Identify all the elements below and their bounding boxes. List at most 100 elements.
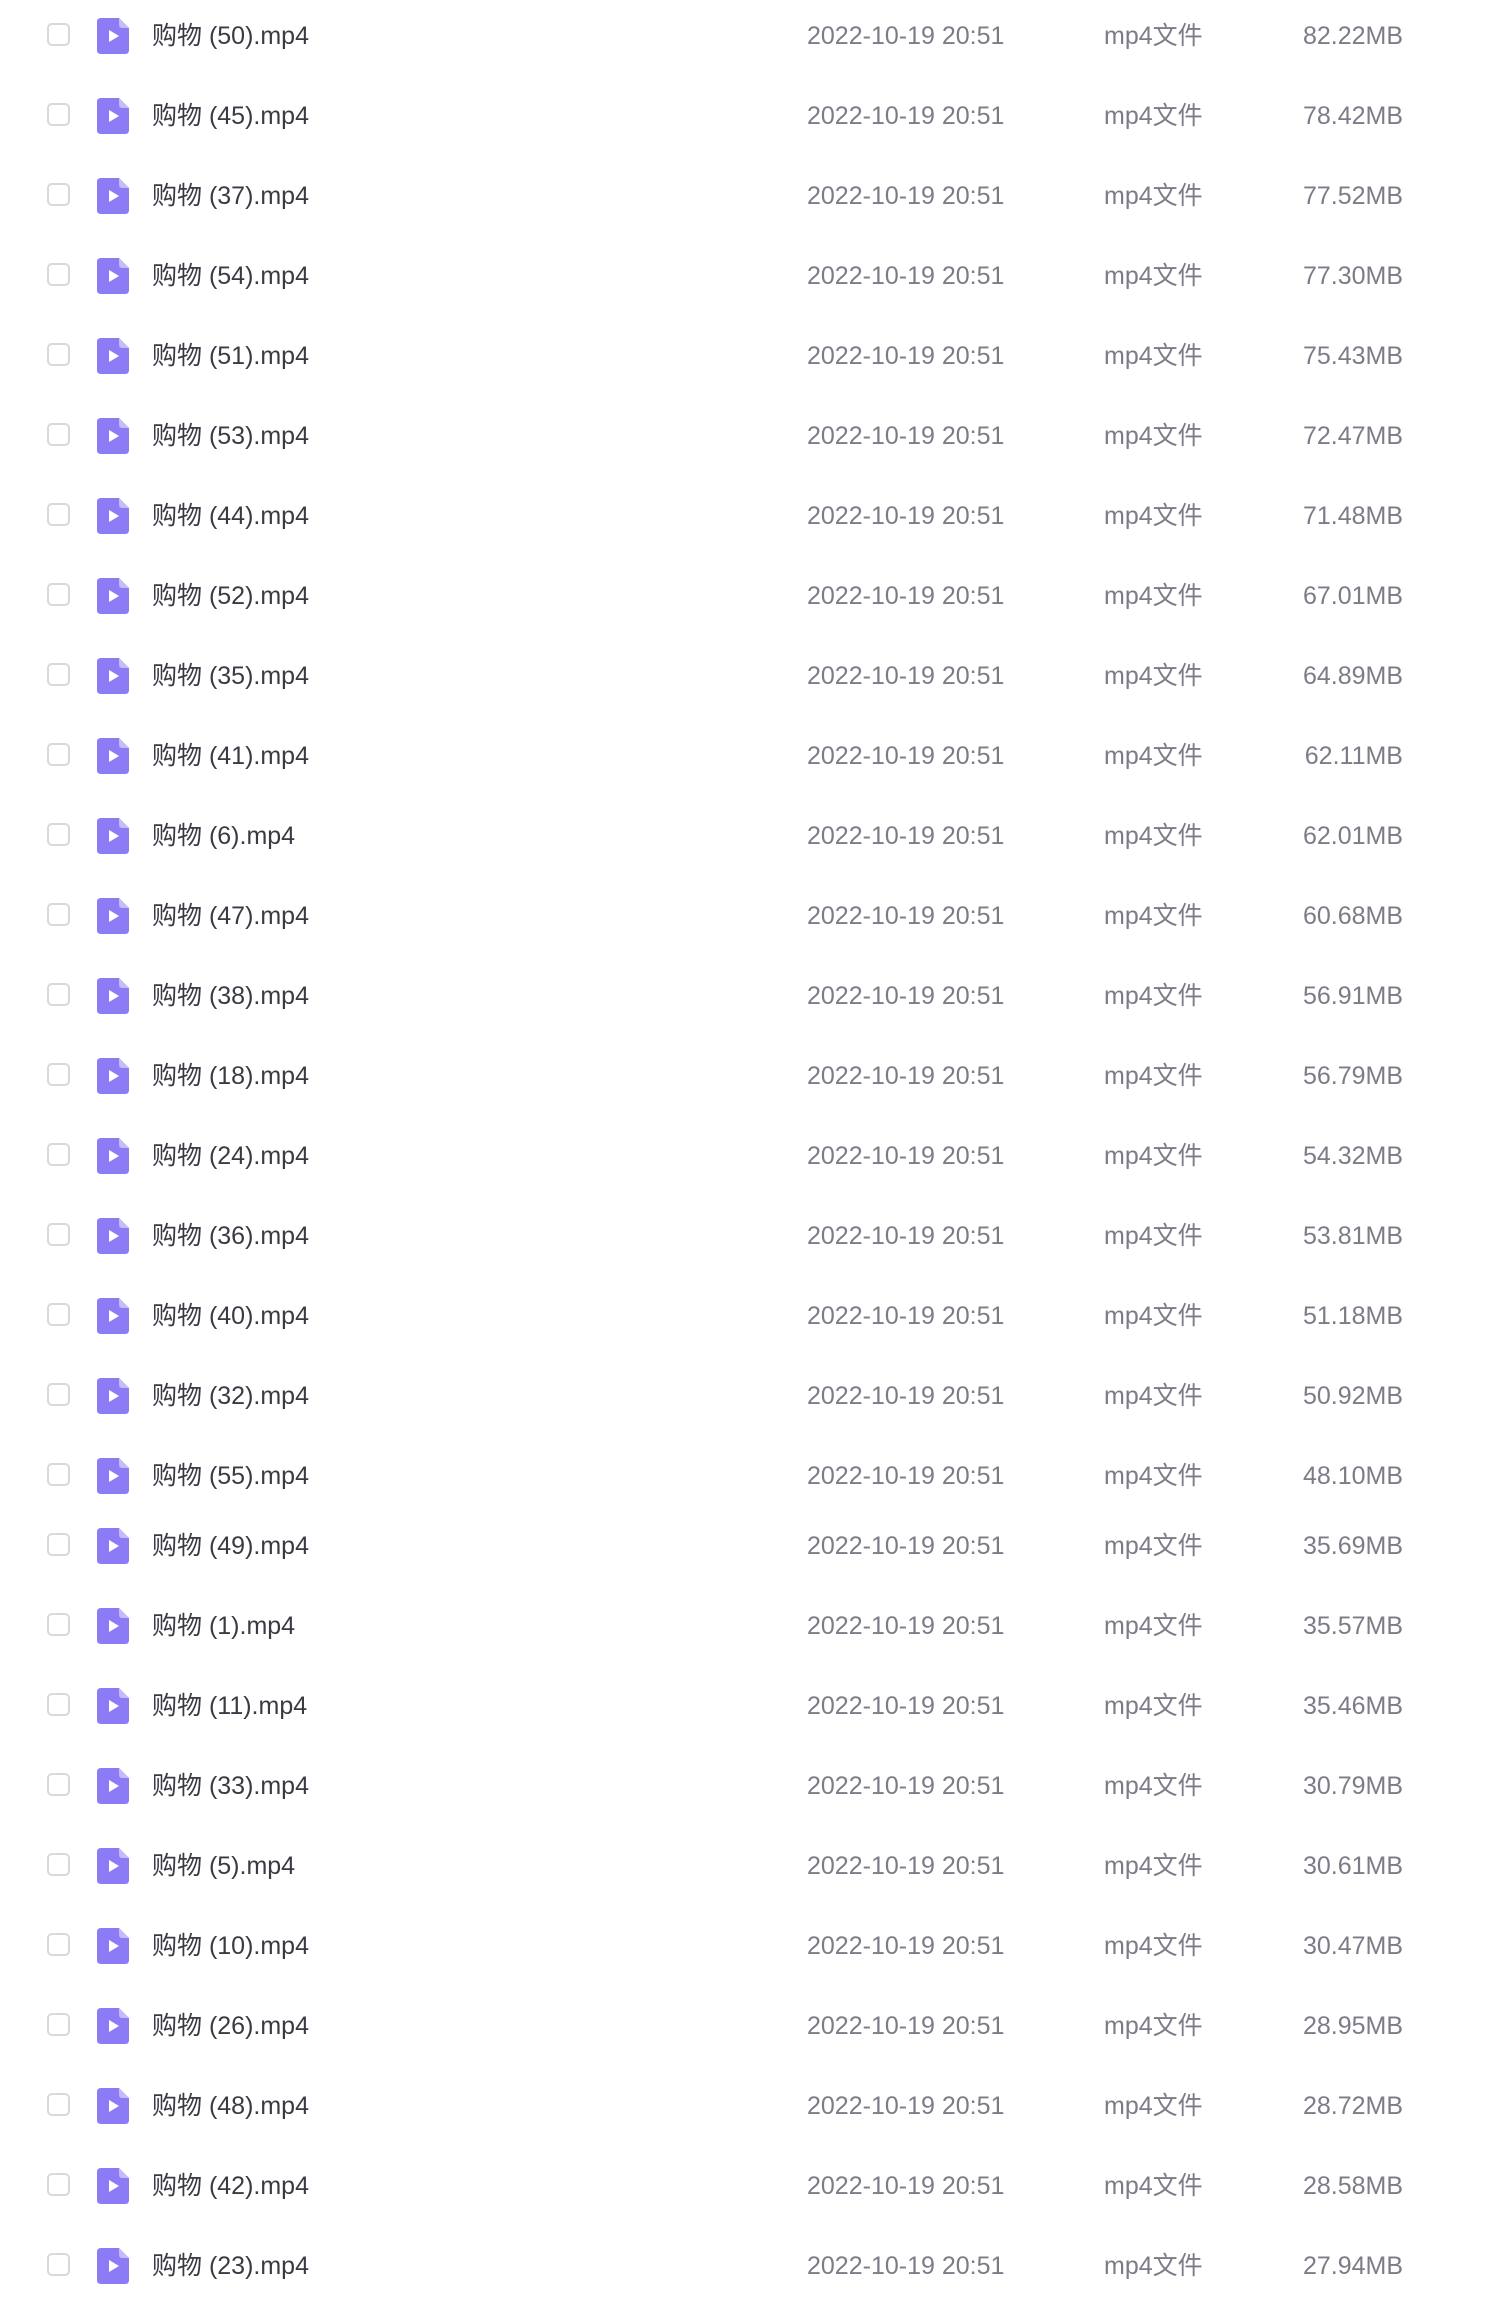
file-name[interactable]: 购物 (6).mp4 — [152, 820, 295, 852]
file-row[interactable]: 购物 (37).mp4 2022-10-19 20:51 mp4文件 77.52MB — [0, 160, 1500, 232]
row-checkbox[interactable] — [47, 743, 70, 766]
video-file-icon — [97, 1928, 129, 1964]
file-row[interactable]: 购物 (40).mp4 2022-10-19 20:51 mp4文件 51.18MB — [0, 1280, 1500, 1352]
file-row[interactable]: 购物 (5).mp4 2022-10-19 20:51 mp4文件 30.61MB — [0, 1830, 1500, 1902]
row-checkbox[interactable] — [47, 1383, 70, 1406]
file-name[interactable]: 购物 (1).mp4 — [152, 1610, 295, 1642]
row-checkbox[interactable] — [47, 183, 70, 206]
row-checkbox[interactable] — [47, 1063, 70, 1086]
file-row[interactable]: 购物 (38).mp4 2022-10-19 20:51 mp4文件 56.91MB — [0, 960, 1500, 1032]
row-checkbox[interactable] — [47, 2253, 70, 2276]
file-size: 64.89MB — [1302, 662, 1403, 690]
file-type: mp4文件 — [1104, 2252, 1203, 2280]
file-name[interactable]: 购物 (51).mp4 — [152, 340, 309, 372]
file-name[interactable]: 购物 (36).mp4 — [152, 1220, 309, 1252]
file-name[interactable]: 购物 (33).mp4 — [152, 1770, 309, 1802]
row-checkbox[interactable] — [47, 23, 70, 46]
file-row[interactable]: 购物 (51).mp4 2022-10-19 20:51 mp4文件 75.43MB — [0, 320, 1500, 392]
file-row[interactable]: 购物 (42).mp4 2022-10-19 20:51 mp4文件 28.58MB — [0, 2150, 1500, 2222]
file-name[interactable]: 购物 (50).mp4 — [152, 20, 309, 52]
file-row[interactable]: 购物 (49).mp4 2022-10-19 20:51 mp4文件 35.69MB — [0, 1510, 1500, 1582]
file-name[interactable]: 购物 (32).mp4 — [152, 1380, 309, 1412]
file-name[interactable]: 购物 (41).mp4 — [152, 740, 309, 772]
file-row[interactable]: 购物 (26).mp4 2022-10-19 20:51 mp4文件 28.95MB — [0, 1990, 1500, 2062]
file-row[interactable]: 购物 (24).mp4 2022-10-19 20:51 mp4文件 54.32MB — [0, 1120, 1500, 1192]
file-row[interactable]: 购物 (11).mp4 2022-10-19 20:51 mp4文件 35.46MB — [0, 1670, 1500, 1742]
row-checkbox[interactable] — [47, 663, 70, 686]
file-name[interactable]: 购物 (52).mp4 — [152, 580, 309, 612]
file-name[interactable]: 购物 (45).mp4 — [152, 100, 309, 132]
file-row[interactable]: 购物 (53).mp4 2022-10-19 20:51 mp4文件 72.47MB — [0, 400, 1500, 472]
row-checkbox[interactable] — [47, 823, 70, 846]
file-name[interactable]: 购物 (48).mp4 — [152, 2090, 309, 2122]
file-row[interactable]: 购物 (36).mp4 2022-10-19 20:51 mp4文件 53.81MB — [0, 1200, 1500, 1272]
file-name[interactable]: 购物 (23).mp4 — [152, 2250, 309, 2282]
row-checkbox[interactable] — [47, 1693, 70, 1716]
row-checkbox[interactable] — [47, 1853, 70, 1876]
row-checkbox[interactable] — [47, 2013, 70, 2036]
file-row[interactable]: 购物 (33).mp4 2022-10-19 20:51 mp4文件 30.79MB — [0, 1750, 1500, 1822]
row-checkbox[interactable] — [47, 903, 70, 926]
file-row[interactable]: 购物 (45).mp4 2022-10-19 20:51 mp4文件 78.42MB — [0, 80, 1500, 152]
file-row[interactable]: 购物 (55).mp4 2022-10-19 20:51 mp4文件 48.10MB — [0, 1440, 1500, 1512]
video-file-icon — [97, 418, 129, 454]
row-checkbox[interactable] — [47, 263, 70, 286]
file-name[interactable]: 购物 (42).mp4 — [152, 2170, 309, 2202]
row-checkbox[interactable] — [47, 1773, 70, 1796]
file-name[interactable]: 购物 (40).mp4 — [152, 1300, 309, 1332]
file-name[interactable]: 购物 (35).mp4 — [152, 660, 309, 692]
row-checkbox[interactable] — [47, 2173, 70, 2196]
file-name[interactable]: 购物 (53).mp4 — [152, 420, 309, 452]
row-checkbox[interactable] — [47, 503, 70, 526]
row-checkbox[interactable] — [47, 1143, 70, 1166]
file-name[interactable]: 购物 (38).mp4 — [152, 980, 309, 1012]
row-checkbox[interactable] — [47, 343, 70, 366]
row-checkbox[interactable] — [47, 1613, 70, 1636]
file-row[interactable]: 购物 (32).mp4 2022-10-19 20:51 mp4文件 50.92MB — [0, 1360, 1500, 1432]
file-name[interactable]: 购物 (11).mp4 — [152, 1690, 307, 1722]
file-name[interactable]: 购物 (10).mp4 — [152, 1930, 309, 1962]
file-row[interactable]: 购物 (18).mp4 2022-10-19 20:51 mp4文件 56.79MB — [0, 1040, 1500, 1112]
file-row[interactable]: 购物 (23).mp4 2022-10-19 20:51 mp4文件 27.94MB — [0, 2230, 1500, 2302]
row-checkbox[interactable] — [47, 423, 70, 446]
file-type: mp4文件 — [1104, 1852, 1203, 1880]
file-name[interactable]: 购物 (5).mp4 — [152, 1850, 295, 1882]
file-name[interactable]: 购物 (18).mp4 — [152, 1060, 309, 1092]
file-name[interactable]: 购物 (26).mp4 — [152, 2010, 309, 2042]
file-name[interactable]: 购物 (47).mp4 — [152, 900, 309, 932]
row-checkbox[interactable] — [47, 1933, 70, 1956]
file-type: mp4文件 — [1104, 502, 1203, 530]
file-row[interactable]: 购物 (50).mp4 2022-10-19 20:51 mp4文件 82.22MB — [0, 0, 1500, 72]
file-row[interactable]: 购物 (54).mp4 2022-10-19 20:51 mp4文件 77.30MB — [0, 240, 1500, 312]
video-file-icon — [97, 978, 129, 1014]
file-row[interactable]: 购物 (44).mp4 2022-10-19 20:51 mp4文件 71.48MB — [0, 480, 1500, 552]
file-name[interactable]: 购物 (24).mp4 — [152, 1140, 309, 1172]
file-name[interactable]: 购物 (37).mp4 — [152, 180, 309, 212]
row-checkbox[interactable] — [47, 1463, 70, 1486]
file-name[interactable]: 购物 (54).mp4 — [152, 260, 309, 292]
video-file-icon — [97, 2168, 129, 2204]
row-checkbox[interactable] — [47, 2093, 70, 2116]
file-name[interactable]: 购物 (55).mp4 — [152, 1460, 309, 1492]
row-checkbox[interactable] — [47, 103, 70, 126]
file-row[interactable]: 购物 (10).mp4 2022-10-19 20:51 mp4文件 30.47MB — [0, 1910, 1500, 1982]
file-modified-date: 2022-10-19 20:51 — [807, 1142, 1005, 1170]
file-row[interactable]: 购物 (47).mp4 2022-10-19 20:51 mp4文件 60.68MB — [0, 880, 1500, 952]
file-row[interactable]: 购物 (6).mp4 2022-10-19 20:51 mp4文件 62.01MB — [0, 800, 1500, 872]
row-checkbox[interactable] — [47, 983, 70, 1006]
file-row[interactable]: 购物 (41).mp4 2022-10-19 20:51 mp4文件 62.11MB — [0, 720, 1500, 792]
video-file-icon — [97, 1608, 129, 1644]
file-name[interactable]: 购物 (49).mp4 — [152, 1530, 309, 1562]
file-row[interactable]: 购物 (1).mp4 2022-10-19 20:51 mp4文件 35.57MB — [0, 1590, 1500, 1662]
row-checkbox[interactable] — [47, 583, 70, 606]
file-row[interactable]: 购物 (48).mp4 2022-10-19 20:51 mp4文件 28.72MB — [0, 2070, 1500, 2142]
row-checkbox[interactable] — [47, 1223, 70, 1246]
file-type: mp4文件 — [1104, 2172, 1203, 2200]
row-checkbox[interactable] — [47, 1533, 70, 1556]
file-type: mp4文件 — [1104, 1772, 1203, 1800]
file-name[interactable]: 购物 (44).mp4 — [152, 500, 309, 532]
file-row[interactable]: 购物 (52).mp4 2022-10-19 20:51 mp4文件 67.01MB — [0, 560, 1500, 632]
file-row[interactable]: 购物 (35).mp4 2022-10-19 20:51 mp4文件 64.89MB — [0, 640, 1500, 712]
file-size: 35.69MB — [1302, 1532, 1403, 1560]
row-checkbox[interactable] — [47, 1303, 70, 1326]
